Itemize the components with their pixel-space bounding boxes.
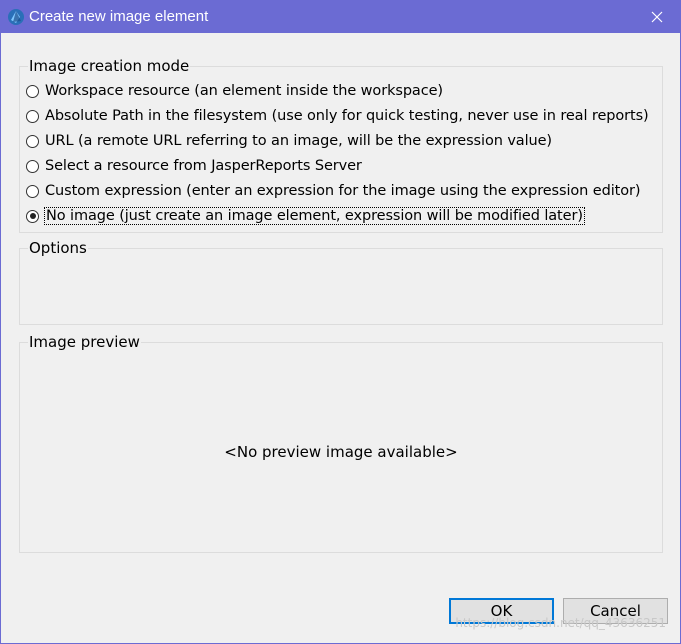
radio-label: URL (a remote URL referring to an image,…: [45, 133, 552, 149]
dialog-window: Create new image element Image creation …: [0, 0, 681, 644]
watermark-text: https://blog.csdn.net/qq_43636251: [455, 616, 666, 630]
radio-label: Custom expression (enter an expression f…: [45, 183, 641, 199]
radio-button[interactable]: [26, 184, 39, 198]
radio-no-image[interactable]: No image (just create an image element, …: [26, 205, 585, 227]
radio-label: Absolute Path in the filesystem (use onl…: [45, 108, 649, 124]
group-label-image-preview: Image preview: [28, 333, 141, 351]
close-icon: [651, 11, 663, 23]
title-bar[interactable]: Create new image element: [1, 1, 680, 33]
image-creation-mode-group: Image creation mode Workspace resource (…: [19, 57, 663, 233]
radio-button[interactable]: [26, 84, 39, 98]
jaspersoft-app-icon: [8, 9, 24, 25]
group-label-options: Options: [28, 239, 88, 257]
radio-absolute-path[interactable]: Absolute Path in the filesystem (use onl…: [26, 105, 649, 127]
radio-jasperreports-server[interactable]: Select a resource from JasperReports Ser…: [26, 155, 362, 177]
options-group: Options: [19, 239, 663, 325]
image-preview-group: Image preview <No preview image availabl…: [19, 333, 663, 553]
radio-label: No image (just create an image element, …: [44, 207, 585, 225]
radio-custom-expression[interactable]: Custom expression (enter an expression f…: [26, 180, 641, 202]
window-title: Create new image element: [29, 8, 209, 25]
radio-label: Select a resource from JasperReports Ser…: [45, 158, 362, 174]
close-button[interactable]: [634, 1, 680, 33]
radio-button-selected[interactable]: [26, 209, 39, 223]
radio-button[interactable]: [26, 109, 39, 123]
radio-workspace-resource[interactable]: Workspace resource (an element inside th…: [26, 80, 443, 102]
radio-label: Workspace resource (an element inside th…: [45, 83, 443, 99]
radio-button[interactable]: [26, 159, 39, 173]
radio-url[interactable]: URL (a remote URL referring to an image,…: [26, 130, 552, 152]
radio-button[interactable]: [26, 134, 39, 148]
no-preview-message: <No preview image available>: [224, 443, 458, 461]
group-label-creation-mode: Image creation mode: [28, 57, 191, 75]
